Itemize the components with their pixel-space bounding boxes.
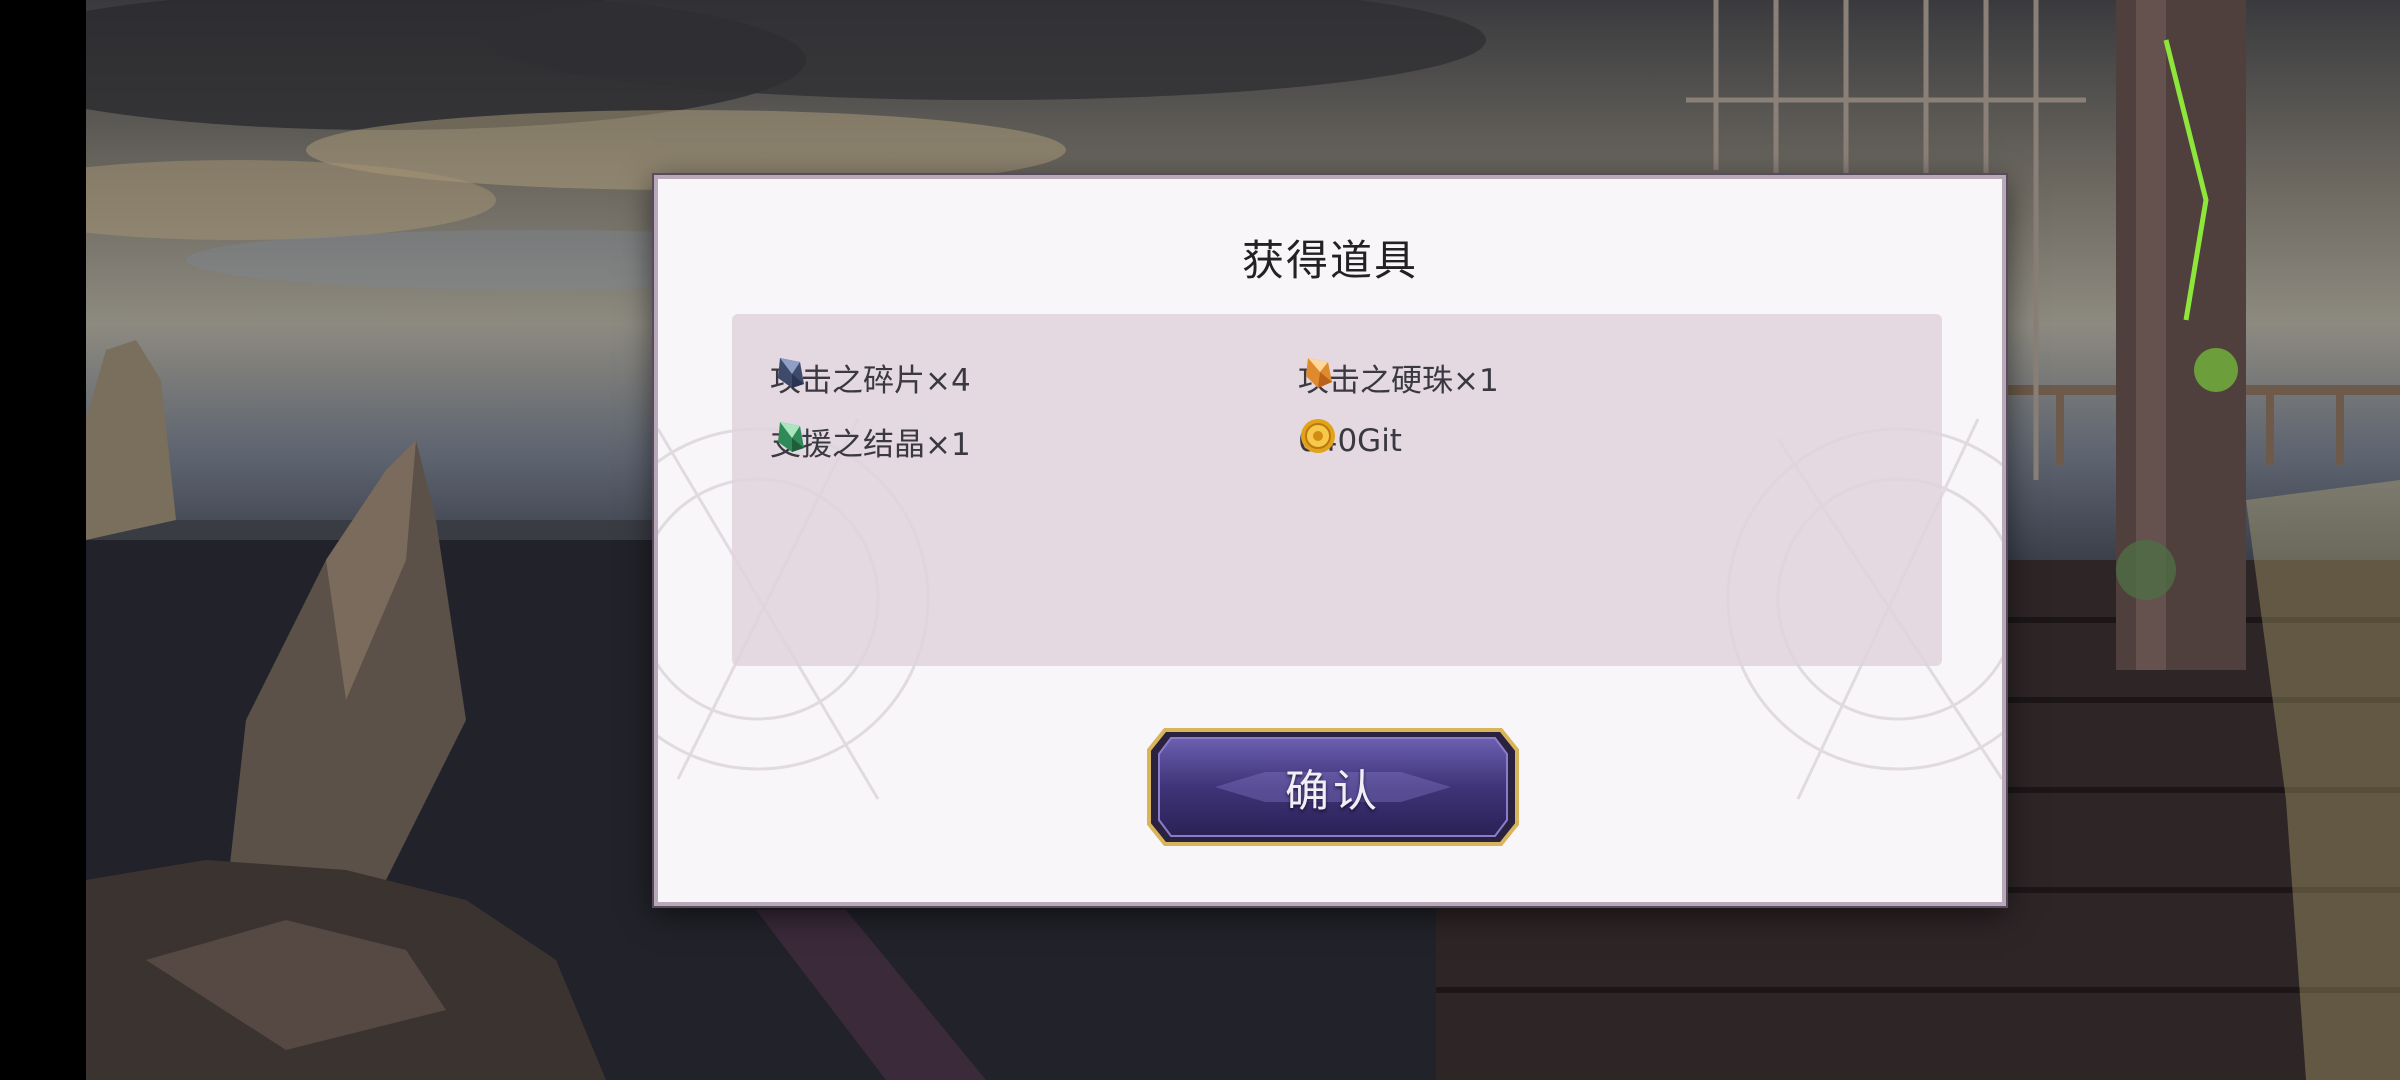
screen-edge-bar bbox=[0, 0, 86, 1080]
dialog-title: 获得道具 bbox=[1241, 236, 1418, 285]
reward-item-git-currency: 640Git bbox=[1298, 416, 1402, 466]
confirm-button-label: 确认 bbox=[1285, 766, 1381, 817]
background-scene: 获得道具 攻击之碎片×4 攻击之硬珠×1 支援之结晶×1 640Git 确认 bbox=[86, 0, 2400, 1080]
reward-item-attack-shard: 攻击之碎片×4 bbox=[770, 352, 971, 402]
reward-item-support-crystal: 支援之结晶×1 bbox=[770, 416, 971, 466]
reward-item-attack-orb: 攻击之硬珠×1 bbox=[1298, 352, 1499, 402]
green-crystal-icon bbox=[778, 422, 804, 452]
item-reward-dialog: 获得道具 攻击之碎片×4 攻击之硬珠×1 支援之结晶×1 640Git 确认 bbox=[654, 175, 2006, 906]
blue-crystal-shard-icon bbox=[778, 358, 804, 388]
reward-item-panel: 攻击之碎片×4 攻击之硬珠×1 支援之结晶×1 640Git bbox=[732, 314, 1942, 666]
game-screen: 获得道具 攻击之碎片×4 攻击之硬珠×1 支援之结晶×1 640Git 确认 bbox=[0, 0, 2400, 1080]
gold-coin-icon bbox=[1301, 419, 1335, 453]
orange-crystal-icon bbox=[1306, 358, 1332, 388]
confirm-button[interactable]: 确认 bbox=[1145, 726, 1521, 848]
